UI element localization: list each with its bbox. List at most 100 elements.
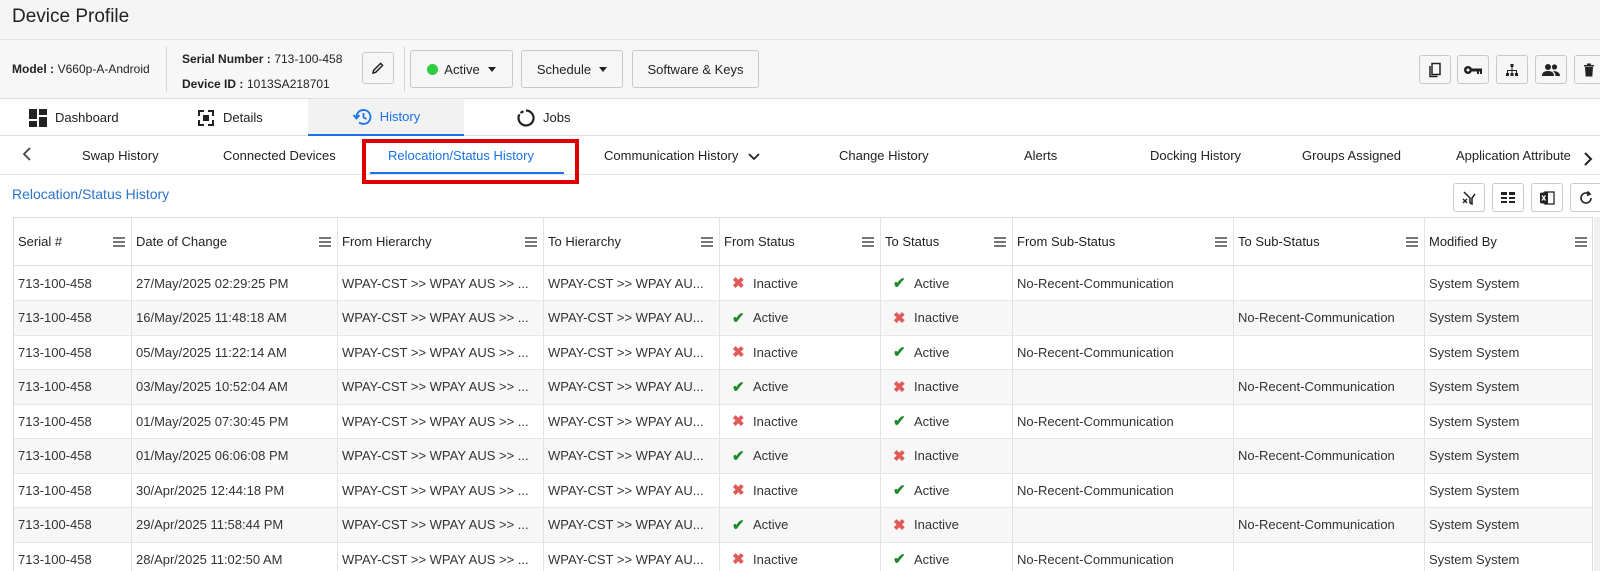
edit-button[interactable] [362, 52, 394, 84]
cell-date: 28/Apr/2025 11:02:50 AM [132, 542, 338, 571]
copy-button[interactable] [1419, 55, 1451, 84]
subtab-alerts[interactable]: Alerts [1024, 148, 1057, 163]
serial-label: Serial Number : [182, 52, 271, 66]
table-row[interactable]: 713-100-458 30/Apr/2025 12:44:18 PM WPAY-C… [14, 473, 1592, 508]
subtab-swap-history[interactable]: Swap History [82, 148, 159, 163]
refresh-button[interactable] [1570, 183, 1600, 212]
column-menu-icon[interactable] [113, 237, 125, 247]
tab-history[interactable]: History [308, 99, 464, 136]
cell-modified-by: System System [1425, 266, 1592, 300]
subtab-groups-assigned[interactable]: Groups Assigned [1302, 148, 1401, 163]
status-text: Active [914, 344, 950, 360]
subtab-docking-history[interactable]: Docking History [1150, 148, 1241, 163]
column-menu-icon[interactable] [862, 237, 874, 247]
status-text: Active [753, 310, 789, 325]
columns-icon [1501, 191, 1515, 203]
column-header-to-sub-status[interactable]: To Sub-Status [1234, 218, 1425, 265]
cell-to-sub-status [1234, 542, 1425, 571]
subtab-connected-devices[interactable]: Connected Devices [223, 148, 336, 163]
software-keys-button[interactable]: Software & Keys [632, 50, 759, 88]
column-header-from-status[interactable]: From Status [720, 218, 881, 265]
column-menu-icon[interactable] [319, 237, 331, 247]
cell-modified-by: System System [1425, 404, 1592, 438]
cell-to-status: ✖ Inactive [881, 438, 1013, 473]
tab-jobs[interactable]: Jobs [517, 99, 570, 136]
table-row[interactable]: 713-100-458 16/May/2025 11:48:18 AM WPAY-C… [14, 300, 1592, 336]
column-menu-icon[interactable] [1406, 237, 1418, 247]
cell-from-hierarchy: WPAY-CST >> WPAY AUS >> ... [338, 542, 544, 571]
clear-filter-button[interactable] [1453, 183, 1485, 212]
cell-to-hierarchy: WPAY-CST >> WPAY AU... [544, 438, 720, 473]
cell-date: 16/May/2025 11:48:18 AM [132, 300, 338, 335]
cell-to-status: ✔ Active [881, 335, 1013, 369]
cross-icon: ✖ [732, 551, 745, 568]
column-header-to-hierarchy[interactable]: To Hierarchy [544, 218, 720, 265]
column-header-from-sub-status[interactable]: From Sub-Status [1013, 218, 1234, 265]
column-chooser-button[interactable] [1492, 183, 1524, 212]
jobs-icon [517, 108, 535, 127]
tab-details[interactable]: Details [197, 99, 263, 136]
hierarchy-button[interactable] [1496, 55, 1528, 84]
check-icon: ✔ [893, 413, 906, 430]
cell-from-hierarchy: WPAY-CST >> WPAY AUS >> ... [338, 266, 544, 300]
schedule-dropdown-button[interactable]: Schedule [521, 50, 623, 88]
users-button[interactable] [1535, 55, 1567, 84]
table-row[interactable]: 713-100-458 03/May/2025 10:52:04 AM WPAY-C… [14, 369, 1592, 405]
table-row[interactable]: 713-100-458 27/May/2025 02:29:25 PM WPAY-C… [14, 266, 1592, 301]
cell-to-status: ✔ Active [881, 404, 1013, 438]
scroll-right-button[interactable] [1576, 147, 1600, 171]
column-menu-icon[interactable] [525, 237, 537, 247]
column-menu-icon[interactable] [994, 237, 1006, 247]
check-icon: ✔ [732, 447, 745, 465]
table-header-row: Serial # Date of Change From Hierarchy T… [14, 218, 1592, 266]
cell-to-status: ✖ Inactive [881, 369, 1013, 404]
subtab-communication-history[interactable]: Communication History [604, 148, 760, 163]
tab-dashboard[interactable]: Dashboard [29, 99, 119, 136]
cell-serial: 713-100-458 [14, 473, 132, 507]
column-menu-icon[interactable] [1215, 237, 1227, 247]
column-menu-icon[interactable] [1575, 237, 1587, 247]
scroll-left-button[interactable] [22, 147, 32, 164]
cell-from-status: ✔ Active [720, 300, 881, 335]
model-value: V660p-A-Android [57, 62, 150, 76]
check-icon: ✔ [732, 309, 745, 327]
table-row[interactable]: 713-100-458 28/Apr/2025 11:02:50 AM WPAY-C… [14, 542, 1592, 571]
header-label: Serial # [18, 234, 63, 249]
delete-icon [1584, 63, 1594, 76]
column-header-from-hierarchy[interactable]: From Hierarchy [338, 218, 544, 265]
subtab-application-attribute[interactable]: Application Attribute [1456, 148, 1571, 163]
subtab-change-history[interactable]: Change History [839, 148, 929, 163]
cell-from-status: ✔ Active [720, 438, 881, 473]
column-header-to-status[interactable]: To Status [881, 218, 1013, 265]
sub-tabs: Swap History Connected Devices Relocatio… [0, 136, 1600, 175]
header-label: From Sub-Status [1017, 234, 1116, 249]
cross-icon: ✖ [732, 413, 745, 430]
header-label: Date of Change [136, 234, 228, 249]
model-info: Model : V660p-A-Android [12, 61, 150, 76]
header-label: Modified By [1429, 234, 1497, 249]
cell-modified-by: System System [1425, 335, 1592, 369]
status-dropdown-button[interactable]: Active [410, 50, 513, 88]
cell-modified-by: System System [1425, 542, 1592, 571]
copy-icon [1429, 62, 1441, 77]
vertical-scrollbar[interactable] [1594, 217, 1600, 571]
table-row[interactable]: 713-100-458 01/May/2025 07:30:45 PM WPAY-C… [14, 404, 1592, 439]
column-header-serial[interactable]: Serial # [14, 218, 132, 265]
cell-serial: 713-100-458 [14, 266, 132, 300]
table-row[interactable]: 713-100-458 01/May/2025 06:06:08 PM WPAY-C… [14, 438, 1592, 474]
export-excel-button[interactable] [1531, 183, 1563, 212]
delete-button[interactable] [1574, 55, 1600, 84]
cell-from-sub-status: No-Recent-Communication [1013, 266, 1234, 300]
key-button[interactable] [1457, 55, 1489, 84]
column-header-modified-by[interactable]: Modified By [1425, 218, 1592, 265]
table-row[interactable]: 713-100-458 05/May/2025 11:22:14 AM WPAY-C… [14, 335, 1592, 370]
column-menu-icon[interactable] [701, 237, 713, 247]
cell-from-status: ✔ Active [720, 369, 881, 404]
cross-icon: ✖ [732, 275, 745, 292]
cell-to-hierarchy: WPAY-CST >> WPAY AU... [544, 266, 720, 300]
title-bar: Device Profile [0, 0, 1600, 40]
cross-icon: ✖ [893, 378, 906, 396]
table-row[interactable]: 713-100-458 29/Apr/2025 11:58:44 PM WPAY-C… [14, 507, 1592, 543]
column-header-date[interactable]: Date of Change [132, 218, 338, 265]
check-icon: ✔ [893, 482, 906, 499]
